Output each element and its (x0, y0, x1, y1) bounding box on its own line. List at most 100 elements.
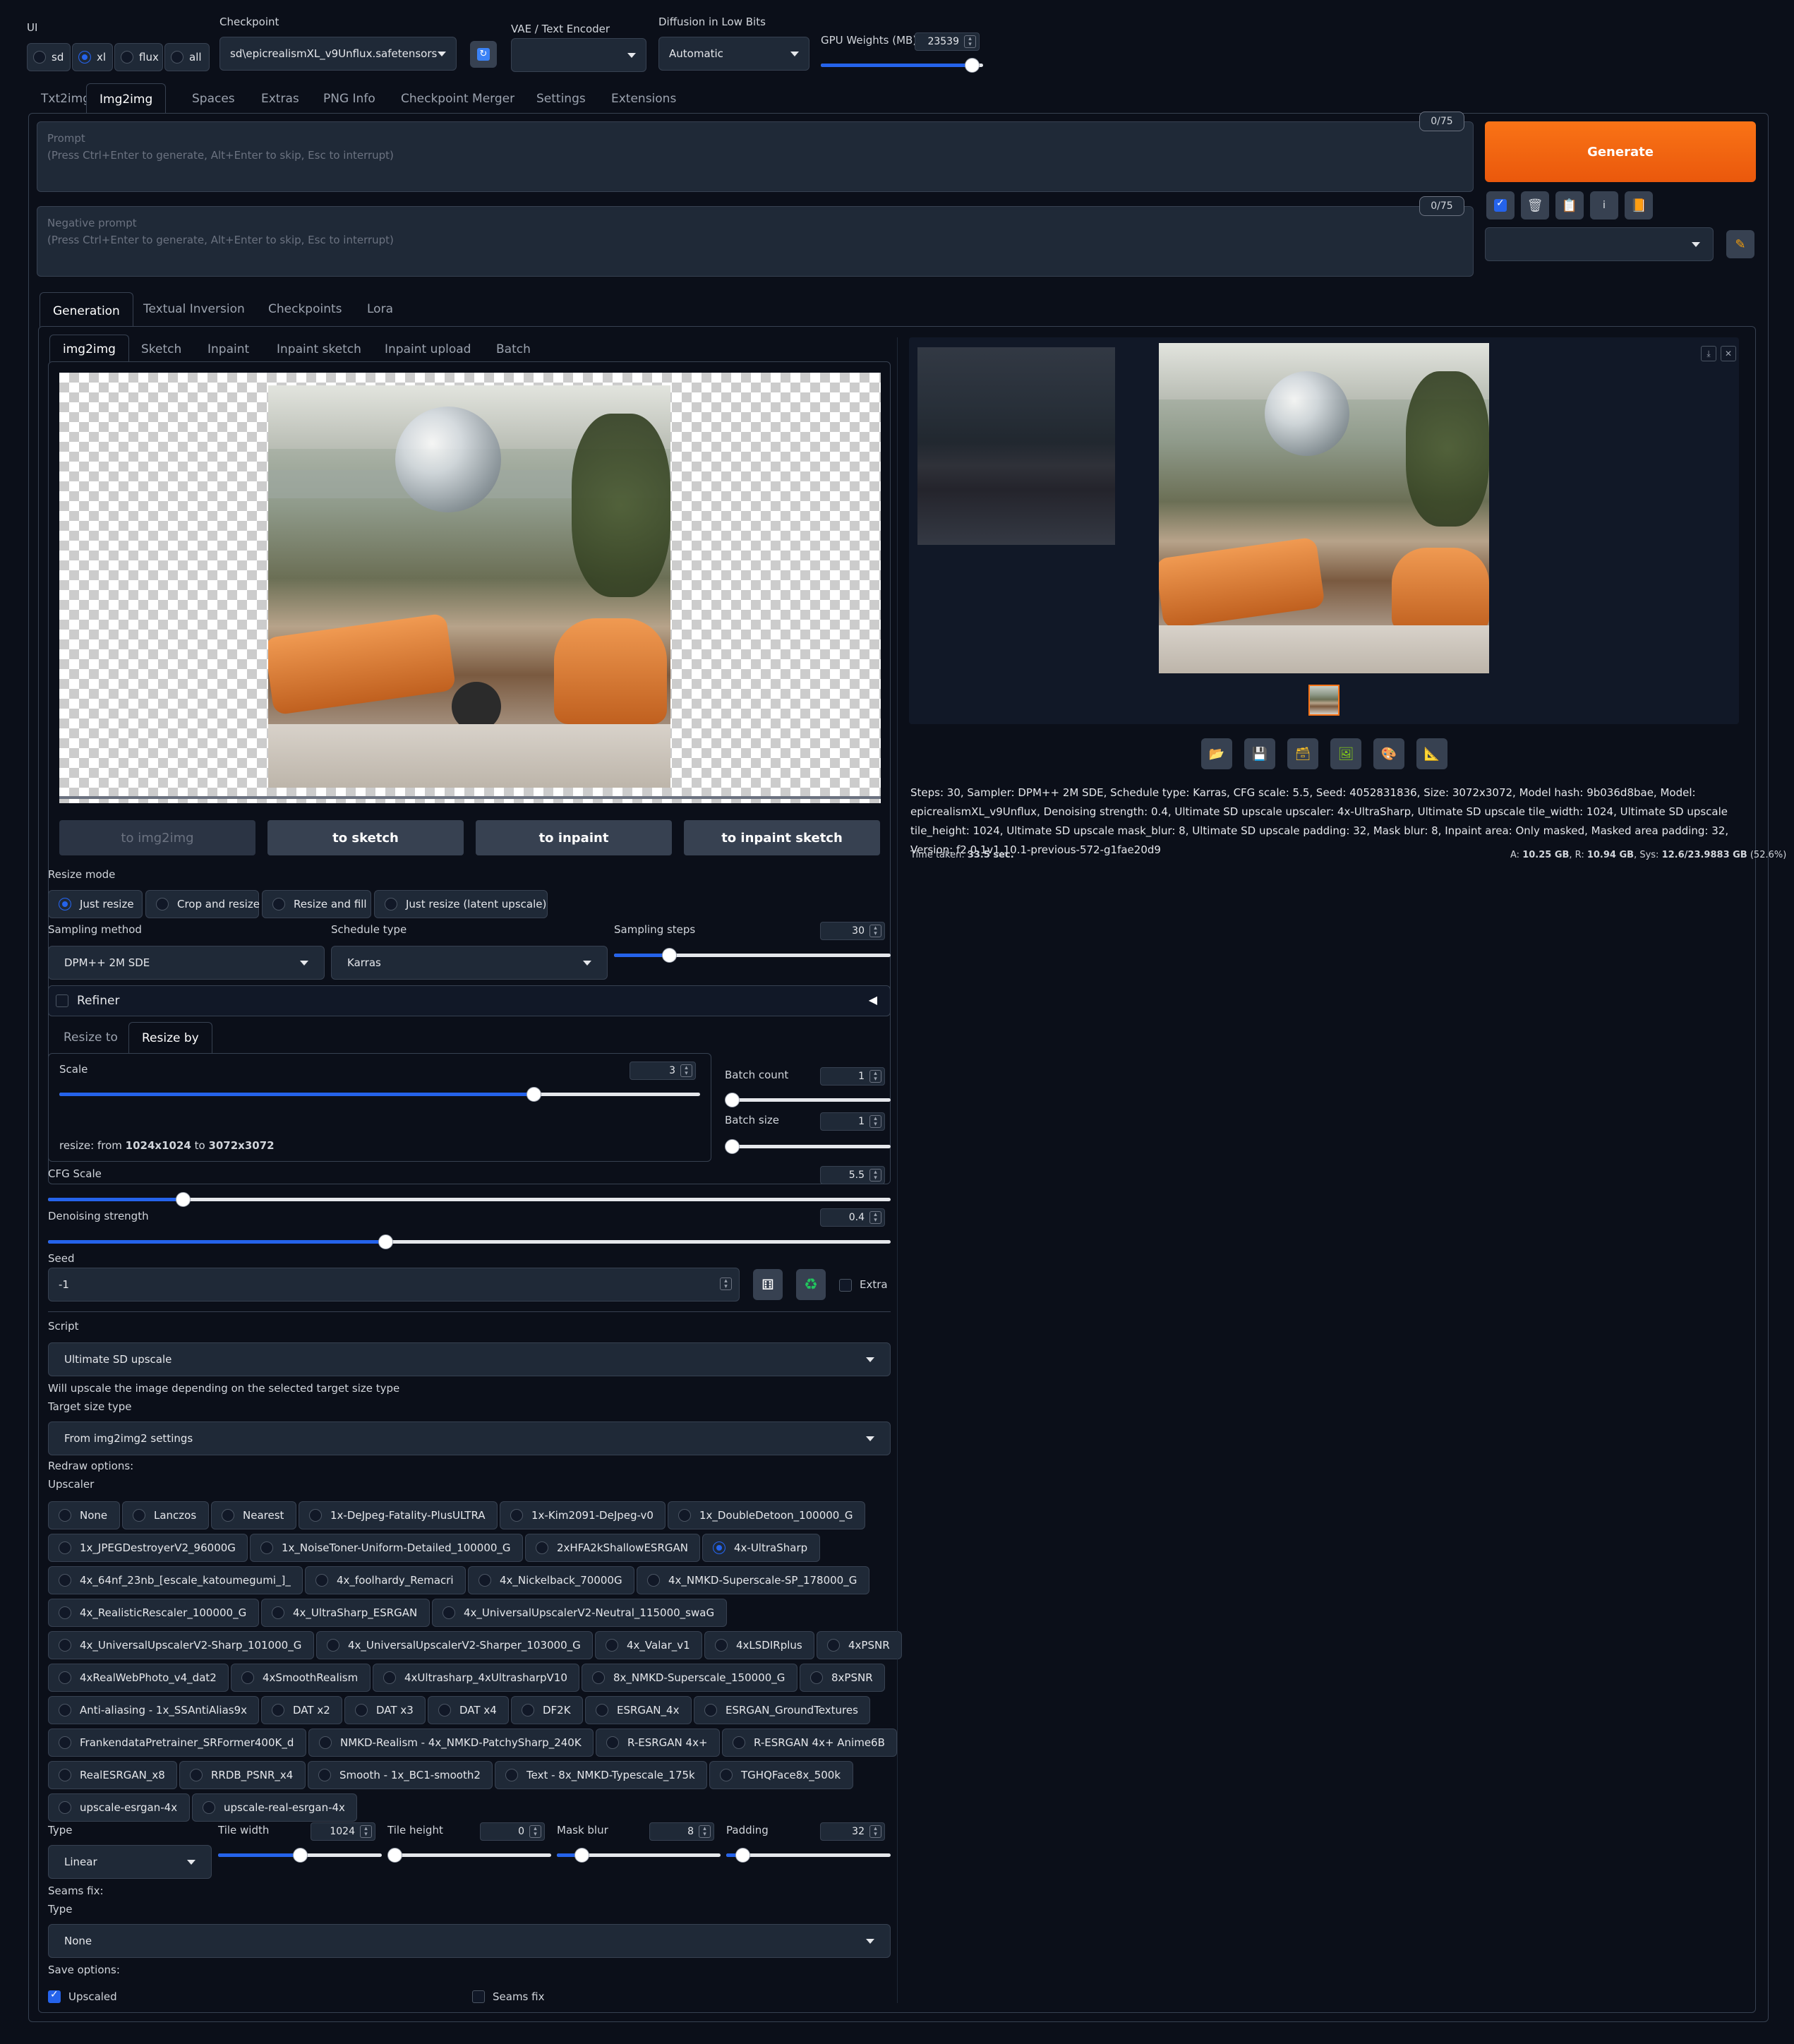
slider-thumb[interactable] (378, 1234, 393, 1249)
batch-size-slider[interactable] (725, 1139, 891, 1154)
upscaler-option[interactable]: 1x_NoiseToner-Uniform-Detailed_100000_G (250, 1534, 523, 1562)
upscaler-option[interactable]: 4x_UniversalUpscalerV2-Neutral_115000_sw… (432, 1599, 727, 1627)
upscaler-option[interactable]: DAT x2 (261, 1696, 342, 1724)
mask-blur-input[interactable]: 8 ▴ ▾ (649, 1822, 714, 1841)
tab-resize-by[interactable]: Resize by (128, 1022, 212, 1054)
output-gallery[interactable]: ⤓ ✕ (909, 337, 1739, 724)
upscaler-option[interactable]: 4x_UniversalUpscalerV2-Sharp_101000_G (48, 1631, 314, 1659)
upscaler-option[interactable]: 1x_JPEGDestroyerV2_96000G (48, 1534, 248, 1562)
tab-extras[interactable]: Extras (261, 92, 299, 106)
lowbits-select[interactable]: Automatic (658, 37, 809, 71)
slider-thumb[interactable] (725, 1139, 740, 1154)
spinner-icon[interactable]: ▴ ▾ (869, 925, 881, 937)
scale-slider[interactable] (59, 1087, 700, 1102)
upscaler-option[interactable]: 4x-UltraSharp (702, 1534, 820, 1562)
scale-input[interactable]: 3 ▴ ▾ (630, 1062, 696, 1080)
send-to-img2img-button[interactable]: 🖼 (1330, 738, 1361, 769)
target-size-select[interactable]: From img2img2 settings (48, 1421, 891, 1455)
tab-batch[interactable]: Batch (496, 342, 531, 356)
collapse-triangle-icon[interactable]: ◀ (869, 993, 877, 1006)
upscaler-option[interactable]: 8x_NMKD-Superscale_150000_G (582, 1664, 797, 1692)
slider-thumb[interactable] (387, 1848, 402, 1863)
tab-spaces[interactable]: Spaces (192, 92, 235, 106)
upscaler-option[interactable]: 1x_DoubleDetoon_100000_G (668, 1501, 865, 1529)
seams-type-select[interactable]: None (48, 1924, 891, 1958)
upscaler-option[interactable]: RRDB_PSNR_x4 (179, 1761, 306, 1789)
apply-styles-button[interactable]: 📙 (1625, 191, 1653, 220)
slider-thumb[interactable] (725, 1093, 740, 1107)
refiner-checkbox[interactable] (56, 994, 68, 1007)
tab-txt2img[interactable]: Txt2img (41, 92, 90, 106)
styles-select[interactable] (1485, 227, 1714, 261)
upscaler-option[interactable]: 4x_UltraSharp_ESRGAN (261, 1599, 430, 1627)
upscaler-option[interactable]: DAT x4 (428, 1696, 509, 1724)
upscaler-option[interactable]: 1x-DeJpeg-Fatality-PlusULTRA (299, 1501, 498, 1529)
tile-width-slider[interactable] (218, 1848, 382, 1863)
download-icon[interactable]: ⤓ (1701, 346, 1716, 361)
spinner-icon[interactable]: ▴ ▾ (869, 1211, 881, 1224)
tab-lora[interactable]: Lora (367, 302, 393, 316)
close-icon[interactable]: ✕ (1721, 346, 1736, 361)
upscaler-option[interactable]: 4x_Nickelback_70000G (468, 1566, 634, 1594)
spinner-icon[interactable]: ▴ ▾ (869, 1115, 881, 1128)
ui-option-flux[interactable]: flux (114, 43, 163, 71)
batch-count-input[interactable]: 1 ▴ ▾ (820, 1067, 885, 1086)
upscaler-option[interactable]: 4xPSNR (817, 1631, 902, 1659)
random-seed-button[interactable]: ⚅ (753, 1269, 783, 1300)
send-to-sketch-button[interactable]: to sketch (267, 820, 464, 855)
spinner-icon[interactable]: ▴ ▾ (869, 1825, 881, 1838)
upscaler-option[interactable]: DF2K (511, 1696, 583, 1724)
mask-blur-slider[interactable] (557, 1848, 721, 1863)
previous-image-thumb[interactable] (917, 347, 1115, 545)
seed-input[interactable]: -1 ▴ ▾ (48, 1268, 740, 1301)
upscaler-option[interactable]: Nearest (211, 1501, 296, 1529)
cfg-scale-input[interactable]: 5.5 ▴ ▾ (820, 1166, 885, 1184)
gpu-weights-input[interactable]: 23539 ▴ ▾ (915, 32, 980, 51)
upscaler-option[interactable]: 8xPSNR (800, 1664, 885, 1692)
spinner-icon[interactable]: ▴ ▾ (720, 1278, 732, 1290)
tab-resize-to[interactable]: Resize to (64, 1030, 118, 1045)
spinner-icon[interactable]: ▴ ▾ (869, 1070, 881, 1083)
resize-mode-resize-and-fill[interactable]: Resize and fill (262, 890, 371, 918)
send-to-inpaint-button[interactable]: 🎨 (1373, 738, 1404, 769)
upscaler-option[interactable]: upscale-esrgan-4x (48, 1793, 190, 1822)
save-upscaled-checkbox[interactable] (48, 1989, 61, 2003)
upscaler-option[interactable]: 4xRealWebPhoto_v4_dat2 (48, 1664, 229, 1692)
upscaler-option[interactable]: 1x-Kim2091-DeJpeg-v0 (500, 1501, 666, 1529)
send-to-img2img-button[interactable]: to img2img (59, 820, 255, 855)
refresh-checkpoint-button[interactable]: ↻ (470, 41, 497, 68)
upscaler-option[interactable]: NMKD-Realism - 4x_NMKD-PatchySharp_240K (308, 1729, 594, 1757)
upscaler-option[interactable]: Text - 8x_NMKD-Typescale_175k (495, 1761, 707, 1789)
batch-count-slider[interactable] (725, 1093, 891, 1107)
tab-png-info[interactable]: PNG Info (323, 92, 375, 106)
upscaler-option[interactable]: R-ESRGAN 4x+ Anime6B (722, 1729, 897, 1757)
send-to-extras-button[interactable]: 📐 (1416, 738, 1447, 769)
upscaler-option[interactable]: 4x_64nf_23nb_[escale_katoumegumi_]_ (48, 1566, 303, 1594)
slider-thumb[interactable] (574, 1848, 589, 1863)
upscaler-option[interactable]: DAT x3 (344, 1696, 426, 1724)
ui-option-sd[interactable]: sd (27, 43, 71, 71)
upscaler-option[interactable]: Anti-aliasing - 1x_SSAntiAlias9x (48, 1696, 259, 1724)
upscaler-option[interactable]: Lanczos (122, 1501, 209, 1529)
spinner-icon[interactable]: ▴ ▾ (699, 1825, 711, 1838)
upscaler-option[interactable]: ESRGAN_GroundTextures (694, 1696, 870, 1724)
ui-option-all[interactable]: all (164, 43, 210, 71)
upscaler-option[interactable]: 4x_UniversalUpscalerV2-Sharper_103000_G (316, 1631, 593, 1659)
padding-slider[interactable] (726, 1848, 891, 1863)
output-thumbnail[interactable] (1308, 685, 1340, 716)
reuse-seed-button[interactable]: ♻ (796, 1269, 826, 1300)
slider-thumb[interactable] (176, 1192, 191, 1207)
tab-inpaint[interactable]: Inpaint (207, 342, 249, 356)
save-seams-checkbox[interactable] (472, 1990, 485, 2003)
slider-thumb[interactable] (293, 1848, 308, 1863)
tab-checkpoints[interactable]: Checkpoints (268, 302, 342, 316)
ui-option-xl[interactable]: xl (72, 43, 113, 71)
refiner-accordion[interactable]: Refiner ◀ (48, 985, 891, 1016)
checkpoint-select[interactable]: sd\epicrealismXL_v9Unflux.safetensors (219, 37, 457, 71)
spinner-icon[interactable]: ▴ ▾ (529, 1825, 541, 1838)
show-extra-networks-button[interactable] (1486, 191, 1515, 220)
upscaler-option[interactable]: 4xSmoothRealism (231, 1664, 371, 1692)
zip-button[interactable]: 🗃 (1287, 738, 1318, 769)
resize-mode-just-resize-latent-upscale[interactable]: Just resize (latent upscale) (374, 890, 548, 918)
tab-inpaint-upload[interactable]: Inpaint upload (385, 342, 471, 356)
